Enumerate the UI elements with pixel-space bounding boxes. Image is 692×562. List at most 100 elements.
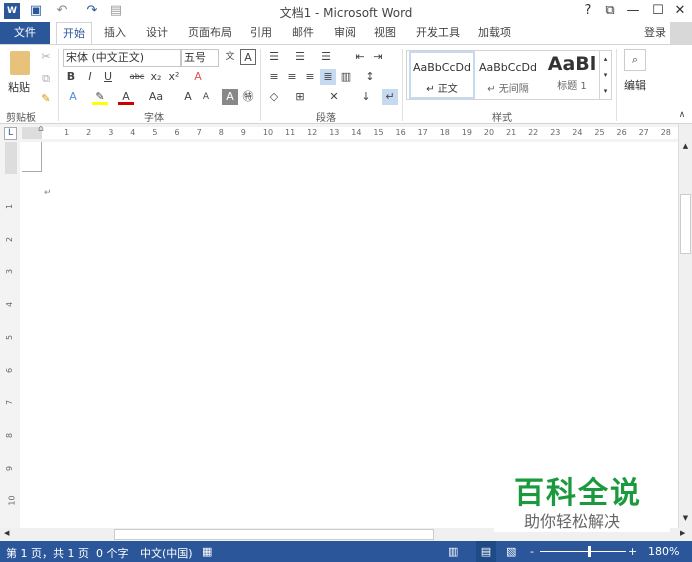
zoom-slider[interactable] [540,551,626,552]
font-size-select[interactable]: 五号 [181,49,219,67]
tab-review[interactable]: 审阅 [328,22,362,44]
macro-record-icon[interactable]: ▦ [202,545,212,558]
show-marks-icon[interactable]: ↵ [382,89,398,105]
scroll-right-icon[interactable]: ▶ [680,529,685,537]
format-painter-icon[interactable]: ✎ [38,91,54,107]
highlight-icon[interactable]: ✎ [92,89,108,105]
char-shading-icon[interactable]: A [222,89,238,105]
web-layout-icon[interactable]: ▧ [506,545,516,558]
editing-button[interactable]: 编辑 [624,77,646,93]
distributed-icon[interactable]: ▥ [338,69,354,85]
find-icon[interactable]: ⌕ [624,49,646,71]
avatar[interactable] [670,22,692,44]
style-name: ↵ 无间隔 [487,84,529,95]
copy-icon[interactable]: ⧉ [38,71,54,87]
numbering-icon[interactable]: ☰ [292,49,308,65]
style-normal[interactable]: AaBbCcDd ↵ 正文 [409,51,475,99]
multilevel-list-icon[interactable]: ☰ [318,49,334,65]
tab-view[interactable]: 视图 [368,22,402,44]
shading-icon[interactable]: ◇ [266,89,282,105]
ruler-tick-label: 21 [506,128,517,137]
zoom-in-button[interactable]: + [628,545,637,558]
enclose-char-icon[interactable]: ㊕ [240,89,256,105]
style-heading1[interactable]: AaBl 标题 1 [539,51,605,99]
increase-indent-icon[interactable]: ⇥ [370,49,386,65]
italic-button[interactable]: I [82,69,98,85]
paste-button[interactable]: 粘贴 [8,79,30,95]
tab-mailings[interactable]: 邮件 [286,22,320,44]
language[interactable]: 中文(中国) [140,545,193,561]
paste-icon[interactable] [10,51,30,75]
ruler-tick-label: 5 [152,128,158,137]
tab-insert[interactable]: 插入 [98,22,132,44]
char-border-icon[interactable]: A [240,49,256,65]
ruler-tick-label: 2 [5,236,15,242]
word-count[interactable]: 0 个字 [96,545,129,561]
tab-design[interactable]: 设计 [140,22,174,44]
ruler-tick-label: 1 [64,128,70,137]
minimize-button[interactable]: — [625,3,641,19]
styles-scroll[interactable]: ▴ ▾ ▾ [599,51,611,99]
tab-selector[interactable]: L [4,127,17,140]
ruler-tick-label: 18 [439,128,450,137]
scroll-left-icon[interactable]: ◀ [4,529,9,537]
bullets-icon[interactable]: ☰ [266,49,282,65]
font-name-select[interactable]: 宋体 (中文正文) [63,49,181,67]
clear-format-icon[interactable]: A [190,69,206,85]
zoom-slider-thumb[interactable] [588,546,591,557]
subscript-button[interactable]: x₂ [148,69,164,85]
print-layout-icon[interactable]: ▤ [476,541,496,562]
zoom-level[interactable]: 180% [648,545,679,558]
font-color-icon[interactable]: A [118,89,134,105]
underline-button[interactable]: U [100,69,116,85]
watermark-subtitle: 助你轻松解决 [524,512,621,531]
zoom-out-button[interactable]: - [530,545,534,558]
shrink-font-button[interactable]: A [198,89,214,105]
tab-home[interactable]: 开始 [56,22,92,44]
line-spacing-icon[interactable]: ↕ [362,69,378,85]
align-left-icon[interactable]: ≡ [266,69,282,85]
page-count[interactable]: 第 1 页，共 1 页 [6,545,89,561]
scroll-thumb[interactable] [680,194,691,254]
align-center-icon[interactable]: ≡ [284,69,300,85]
tab-developer[interactable]: 开发工具 [410,22,466,44]
strikethrough-button[interactable]: abc [126,69,148,85]
style-no-spacing[interactable]: AaBbCcDd ↵ 无间隔 [475,51,541,99]
scroll-up-icon[interactable]: ▲ [679,142,692,150]
ruler-tick-label: 14 [351,128,362,137]
align-right-icon[interactable]: ≡ [302,69,318,85]
grow-font-button[interactable]: A [180,89,196,105]
phonetic-guide-icon[interactable]: 文 [222,49,238,65]
tab-layout[interactable]: 页面布局 [182,22,238,44]
borders-icon[interactable]: ⊞ [292,89,308,105]
help-button[interactable]: ? [580,3,596,19]
scroll-thumb[interactable] [114,529,434,540]
scroll-down-icon[interactable]: ▼ [679,514,692,522]
sort-icon[interactable]: ↓ [358,89,374,105]
ruler-tick-label: 1 [5,203,15,210]
indent-marker[interactable]: ⌂ [38,124,44,134]
vertical-scrollbar[interactable]: ▲ ▼ [678,124,692,528]
ruler-tick-label: 6 [174,128,180,137]
vertical-ruler[interactable]: 1 2 3 4 5 6 7 8 9 10 [0,142,20,528]
decrease-indent-icon[interactable]: ⇤ [352,49,368,65]
horizontal-ruler[interactable]: L ⌂ 1 2 3 4 5 6 7 8 9 10 11 12 13 14 15 16 17 18 19 20 21 22 2… [0,124,692,142]
change-case-button[interactable]: Aa [146,89,166,105]
maximize-button[interactable]: ☐ [650,3,666,19]
justify-icon[interactable]: ≣ [320,69,336,85]
tab-addins[interactable]: 加载项 [472,22,517,44]
superscript-button[interactable]: x² [166,69,182,85]
close-button[interactable]: ✕ [672,3,688,19]
signin-link[interactable]: 登录 [638,22,672,44]
ruler-tick-label: 7 [5,400,15,406]
cut-icon[interactable]: ✂ [38,49,54,65]
tab-file[interactable]: 文件 [0,22,50,44]
ruler-tick-label: 9 [240,128,246,137]
text-effects-icon[interactable]: A [65,89,81,105]
tab-references[interactable]: 引用 [244,22,278,44]
chinese-layout-icon[interactable]: ✕ [326,89,342,105]
bold-button[interactable]: B [63,69,79,85]
collapse-ribbon-icon[interactable]: ∧ [674,107,690,123]
read-mode-icon[interactable]: ▥ [448,545,458,558]
ribbon-display-button[interactable]: ⧉ [602,3,618,19]
